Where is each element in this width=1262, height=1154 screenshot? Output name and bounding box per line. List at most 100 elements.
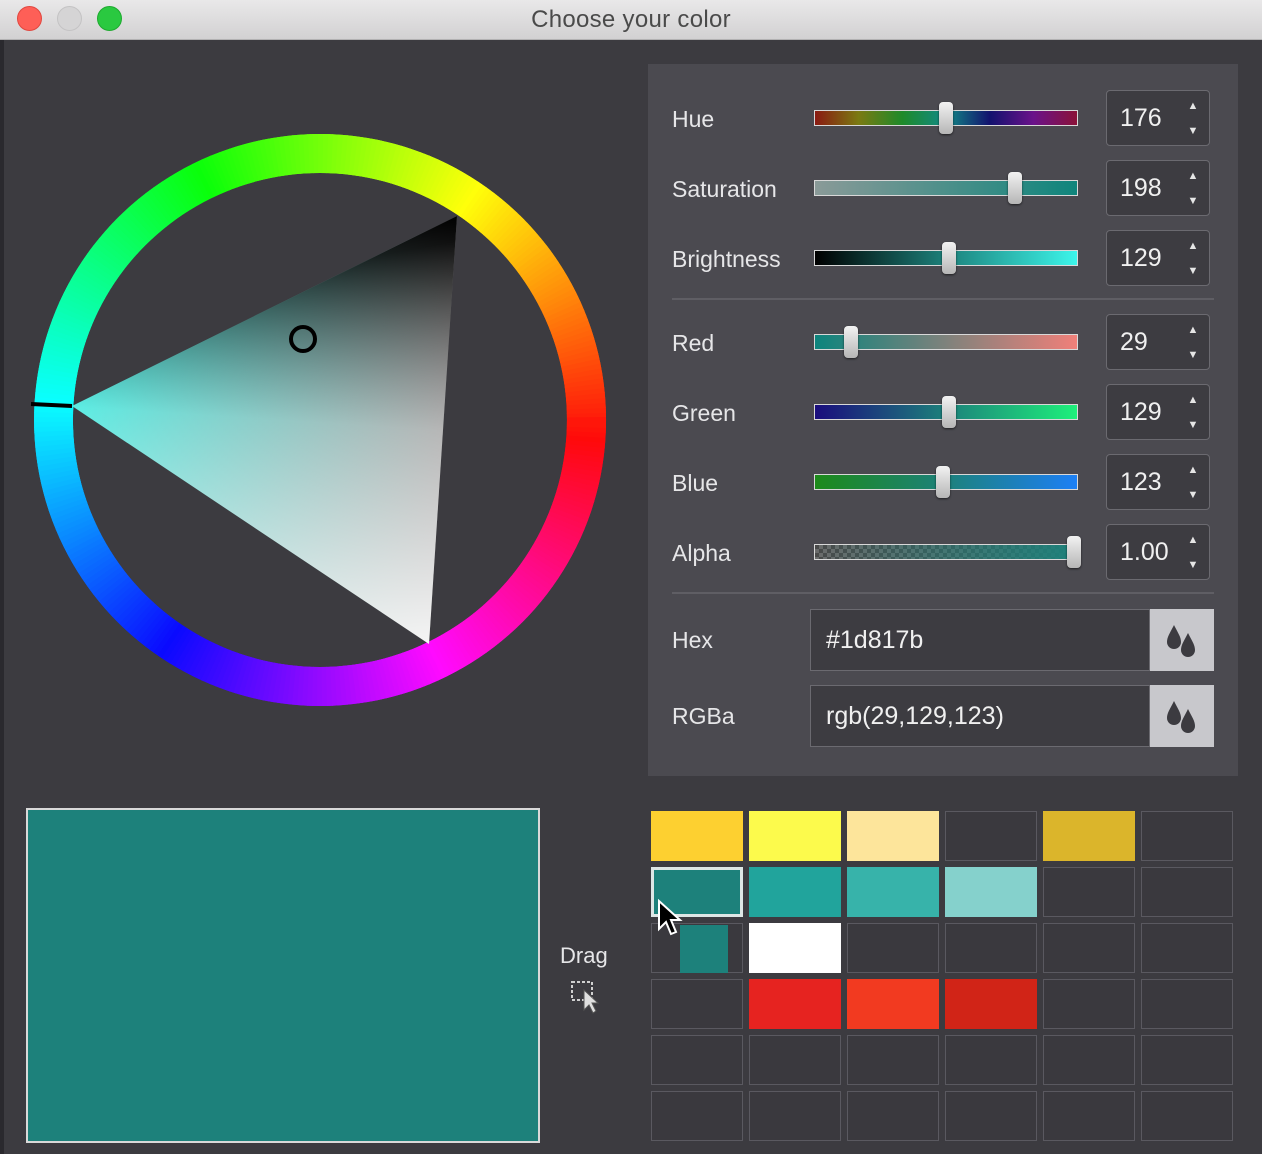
chevron-up-icon[interactable]: ▲	[1186, 393, 1200, 407]
color-swatch[interactable]	[945, 979, 1037, 1029]
brightness-spinbox[interactable]: 129 ▲ ▼	[1106, 230, 1210, 286]
rgba-eyedropper-button[interactable]	[1150, 685, 1214, 747]
color-swatch[interactable]	[847, 979, 939, 1029]
divider	[672, 298, 1214, 300]
rgba-value[interactable]: rgb(29,129,123)	[826, 702, 1004, 731]
color-swatch[interactable]	[945, 867, 1037, 917]
color-swatch[interactable]	[749, 979, 841, 1029]
saturation-value[interactable]: 198	[1120, 174, 1162, 203]
empty-swatch-slot[interactable]	[1141, 1035, 1233, 1085]
chevron-up-icon[interactable]: ▲	[1186, 99, 1200, 113]
green-spinbox[interactable]: 129 ▲ ▼	[1106, 384, 1210, 440]
color-swatch[interactable]	[749, 867, 841, 917]
chevron-down-icon[interactable]: ▼	[1186, 418, 1200, 432]
empty-swatch-slot[interactable]	[1141, 923, 1233, 973]
color-swatch[interactable]	[847, 867, 939, 917]
green-label: Green	[672, 400, 736, 426]
empty-swatch-slot[interactable]	[945, 1091, 1037, 1141]
green-slider-handle[interactable]	[941, 396, 956, 428]
red-value[interactable]: 29	[1120, 328, 1148, 357]
color-swatch[interactable]	[1043, 811, 1135, 861]
eyedropper-drops-icon	[1167, 625, 1195, 657]
chevron-up-icon[interactable]: ▲	[1186, 323, 1200, 337]
alpha-spinbox[interactable]: 1.00 ▲ ▼	[1106, 524, 1210, 580]
empty-swatch-slot[interactable]	[1141, 1091, 1233, 1141]
chevron-up-icon[interactable]: ▲	[1186, 533, 1200, 547]
empty-swatch-slot[interactable]	[945, 1035, 1037, 1085]
slider-row-red: Red 29 ▲ ▼	[648, 314, 1238, 376]
chevron-up-icon[interactable]: ▲	[1186, 463, 1200, 477]
chevron-down-icon[interactable]: ▼	[1186, 558, 1200, 572]
dragged-swatch-preview	[680, 925, 728, 973]
chevron-down-icon[interactable]: ▼	[1186, 348, 1200, 362]
current-color-preview[interactable]	[26, 808, 540, 1143]
empty-swatch-slot[interactable]	[1141, 979, 1233, 1029]
blue-spinbox[interactable]: 123 ▲ ▼	[1106, 454, 1210, 510]
chevron-down-icon[interactable]: ▼	[1186, 264, 1200, 278]
empty-swatch-slot[interactable]	[1043, 923, 1135, 973]
empty-swatch-slot[interactable]	[651, 1035, 743, 1085]
color-swatch[interactable]	[749, 923, 841, 973]
rgba-label: RGBa	[672, 703, 735, 729]
saturation-slider-handle[interactable]	[1008, 172, 1023, 204]
hex-label: Hex	[672, 627, 713, 653]
rgba-row: RGBa rgb(29,129,123)	[648, 685, 1238, 749]
chevron-up-icon[interactable]: ▲	[1186, 239, 1200, 253]
slider-row-blue: Blue 123 ▲ ▼	[648, 454, 1238, 516]
empty-swatch-slot[interactable]	[945, 923, 1037, 973]
empty-swatch-slot[interactable]	[847, 1035, 939, 1085]
chevron-down-icon[interactable]: ▼	[1186, 124, 1200, 138]
hue-label: Hue	[672, 106, 715, 132]
drag-cursor-icon[interactable]	[570, 980, 606, 1016]
empty-swatch-slot[interactable]	[651, 979, 743, 1029]
color-controls-panel: Hue 176 ▲ ▼ Saturation 198 ▲ ▼ Brightnes…	[648, 64, 1238, 776]
empty-swatch-slot[interactable]	[1141, 811, 1233, 861]
saturation-label: Saturation	[672, 176, 777, 202]
empty-swatch-slot[interactable]	[847, 1091, 939, 1141]
slider-row-saturation: Saturation 198 ▲ ▼	[648, 160, 1238, 222]
chevron-down-icon[interactable]: ▼	[1186, 194, 1200, 208]
slider-row-alpha: Alpha 1.00 ▲ ▼	[648, 524, 1238, 586]
alpha-slider-track[interactable]	[814, 544, 1078, 560]
empty-swatch-slot[interactable]	[749, 1091, 841, 1141]
mouse-pointer-icon	[658, 899, 683, 936]
brightness-slider-handle[interactable]	[941, 242, 956, 274]
alpha-slider-handle[interactable]	[1067, 536, 1081, 568]
blue-label: Blue	[672, 470, 719, 496]
empty-swatch-slot[interactable]	[651, 1091, 743, 1141]
chevron-up-icon[interactable]: ▲	[1186, 169, 1200, 183]
slider-row-green: Green 129 ▲ ▼	[648, 384, 1238, 446]
saturation-spinbox[interactable]: 198 ▲ ▼	[1106, 160, 1210, 216]
empty-swatch-slot[interactable]	[1043, 979, 1135, 1029]
color-swatch[interactable]	[651, 811, 743, 861]
hue-spinbox[interactable]: 176 ▲ ▼	[1106, 90, 1210, 146]
chevron-down-icon[interactable]: ▼	[1186, 488, 1200, 502]
color-wheel[interactable]	[0, 0, 640, 780]
hue-marker[interactable]	[30, 402, 73, 408]
hue-value[interactable]: 176	[1120, 104, 1162, 133]
empty-swatch-slot[interactable]	[1043, 867, 1135, 917]
red-spinbox[interactable]: 29 ▲ ▼	[1106, 314, 1210, 370]
empty-swatch-slot[interactable]	[749, 1035, 841, 1085]
saturation-slider-track[interactable]	[814, 180, 1078, 196]
empty-swatch-slot[interactable]	[1141, 867, 1233, 917]
alpha-label: Alpha	[672, 540, 731, 566]
empty-swatch-slot[interactable]	[1043, 1035, 1135, 1085]
rgba-field[interactable]: rgb(29,129,123)	[810, 685, 1150, 747]
brightness-value[interactable]: 129	[1120, 244, 1162, 273]
hex-eyedropper-button[interactable]	[1150, 609, 1214, 671]
color-swatch[interactable]	[749, 811, 841, 861]
blue-slider-handle[interactable]	[936, 466, 951, 498]
color-swatch[interactable]	[847, 811, 939, 861]
alpha-value[interactable]: 1.00	[1120, 538, 1169, 567]
empty-swatch-slot[interactable]	[1043, 1091, 1135, 1141]
green-value[interactable]: 129	[1120, 398, 1162, 427]
red-slider-handle[interactable]	[844, 326, 859, 358]
hue-slider-handle[interactable]	[939, 102, 953, 134]
empty-swatch-slot[interactable]	[945, 811, 1037, 861]
drag-label[interactable]: Drag	[560, 943, 608, 969]
hex-field[interactable]: #1d817b	[810, 609, 1150, 671]
empty-swatch-slot[interactable]	[847, 923, 939, 973]
hex-value[interactable]: #1d817b	[826, 626, 923, 655]
blue-value[interactable]: 123	[1120, 468, 1162, 497]
